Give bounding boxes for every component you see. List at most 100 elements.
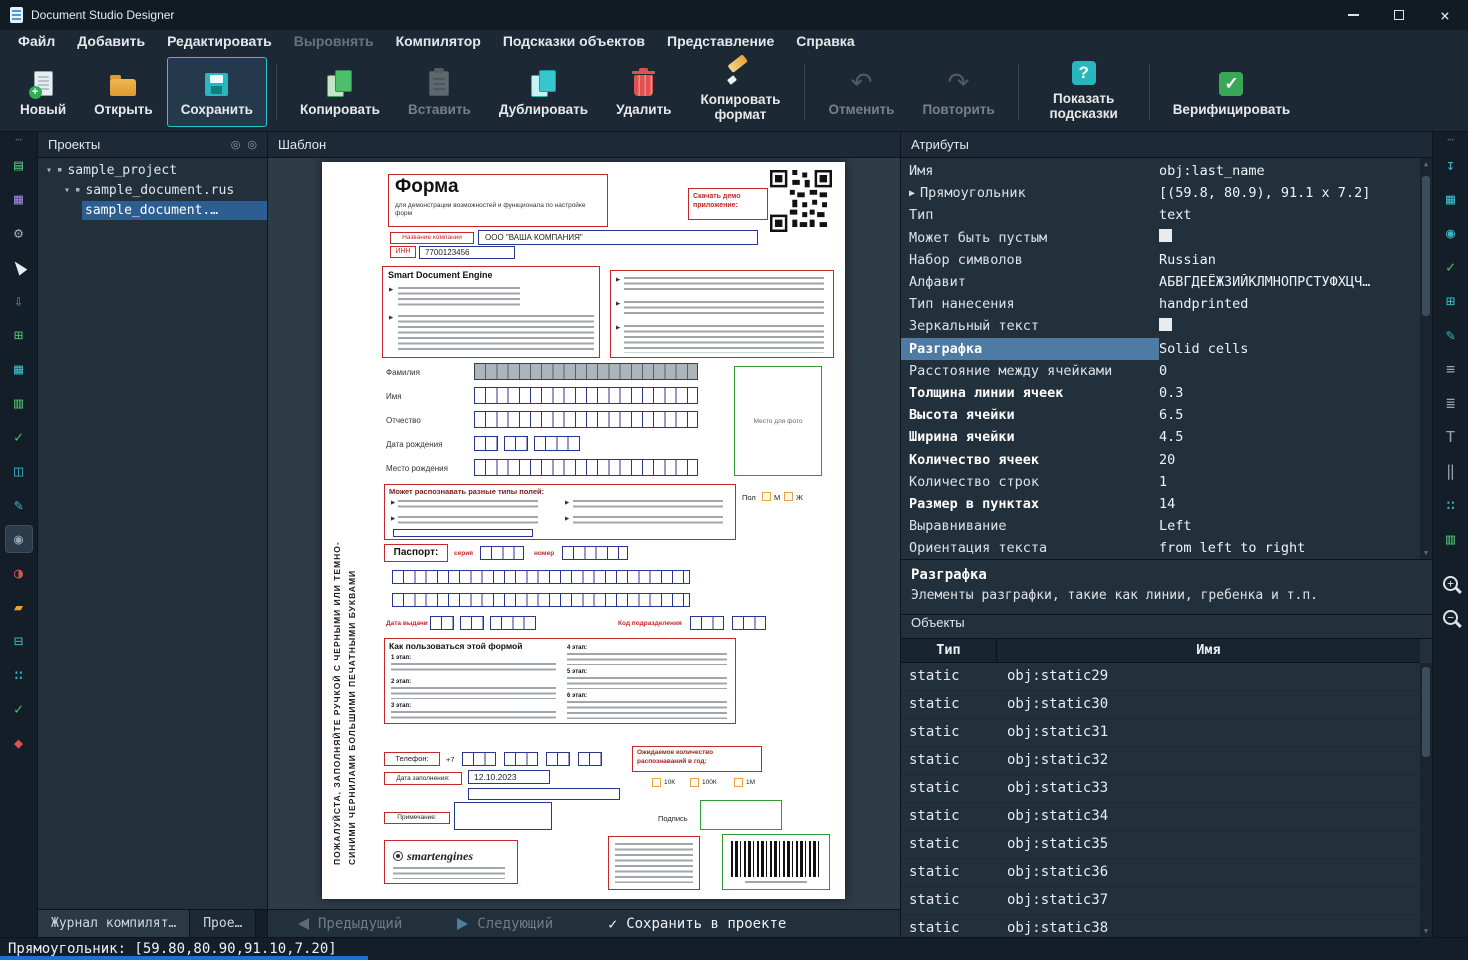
float-panel-icon[interactable]: ◎ [231,138,241,151]
field-patronymic-cells[interactable] [474,411,698,428]
menu-help[interactable]: Справка [786,33,864,49]
birthdate-month-cells[interactable] [504,436,528,451]
table-row[interactable]: staticobj:static38 [901,915,1420,937]
pin-panel-icon[interactable]: ◎ [247,138,257,151]
attribute-row[interactable]: Размер в пунктах 14 [901,493,1418,515]
open-button[interactable]: Открыть [80,57,167,127]
phone-label-box[interactable]: Телефон: [384,752,440,766]
document-preview[interactable]: Форма для демонстрации возможностей и фу… [322,162,845,899]
menu-file[interactable]: Файл [8,33,65,49]
rows-icon[interactable]: ≡ [1438,356,1464,382]
cursor-tool-icon[interactable] [6,254,32,280]
table-row[interactable]: staticobj:static30 [901,691,1420,719]
checkbox[interactable] [1159,318,1172,331]
block-icon[interactable]: ▰ [6,594,32,620]
inn-field[interactable]: 7700123456 [419,246,515,259]
pin-icon[interactable]: ◆ [6,730,32,756]
qr-code[interactable] [770,170,832,232]
text-tool-icon[interactable]: T [1438,424,1464,450]
photo-box[interactable]: Место для фото [734,366,822,476]
attribute-row[interactable]: Зеркальный текст [901,315,1418,337]
table-row[interactable]: staticobj:static35 [901,831,1420,859]
howto-box[interactable]: Как пользоваться этой формой 1 этап: 2 э… [384,638,736,724]
column-header-name[interactable]: Имя [997,639,1420,662]
grid-icon[interactable]: ▦ [6,186,32,212]
passport-label-box[interactable]: Паспорт: [384,544,448,562]
draw-icon[interactable]: ✎ [1438,322,1464,348]
layers-icon[interactable]: ▤ [6,152,32,178]
attribute-row[interactable]: Ориентация текста from left to right [901,537,1418,559]
table-row[interactable]: staticobj:static31 [901,719,1420,747]
attribute-row[interactable]: Ширина ячейки 4.5 [901,426,1418,448]
split-icon[interactable]: ⊞ [1438,288,1464,314]
scroll-down-icon[interactable]: ▼ [1424,925,1428,937]
collapse-icon[interactable]: ▾ [64,185,70,196]
copy-format-button[interactable]: Копировать формат [685,57,795,127]
save-button[interactable]: Сохранить [167,57,267,127]
birthdate-day-cells[interactable] [474,436,498,451]
logo-box[interactable]: smartengines [384,840,518,884]
tab-compiler-log[interactable]: Журнал компилят… [38,910,190,937]
verify-button[interactable]: ✓ Верифицировать [1159,57,1305,127]
engine-info-box[interactable]: Smart Document Engine ▶ ▶ [382,266,600,358]
volume-3-checkbox[interactable] [734,778,743,787]
collapse-icon[interactable]: ▾ [46,165,52,176]
import-icon[interactable]: ⇩ [6,288,32,314]
fill-date-field[interactable]: 12.10.2023 [468,770,550,784]
attribute-row[interactable]: Алфавит АБВГДЕЁЖЗИЙКЛМНОПРСТУФХЦЧ… [901,271,1418,293]
table-row[interactable]: staticobj:static36 [901,859,1420,887]
birthdate-year-cells[interactable] [534,436,580,451]
table-icon[interactable]: ▦ [6,356,32,382]
division-code-cells-2[interactable] [732,616,766,630]
minimize-button[interactable] [1330,0,1376,30]
signature-box[interactable] [700,800,782,830]
document-icon[interactable]: ▥ [6,390,32,416]
field-types-box[interactable]: Может распознавать разные типы полей: ▶ … [384,484,736,540]
issue-day-cells[interactable] [430,616,454,630]
save-in-project-checkbox[interactable]: ✓ Сохранить в проекте [608,915,786,933]
passport-issued-by-cells[interactable] [392,570,690,584]
engine-info-box-2[interactable]: ▶ ▶ ▶ [610,270,834,358]
new-button[interactable]: + Новый [6,57,80,127]
table-row[interactable]: staticobj:static33 [901,775,1420,803]
table-row[interactable]: staticobj:static37 [901,887,1420,915]
issue-year-cells[interactable] [490,616,536,630]
issue-month-cells[interactable] [460,616,484,630]
attribute-row[interactable]: Набор символов Russian [901,249,1418,271]
duplicate-button[interactable]: Дублировать [485,57,602,127]
attribute-row[interactable]: Может быть пустым [901,227,1418,249]
field-birthplace-cells[interactable] [474,459,698,476]
zoom-in-icon[interactable]: + [1438,570,1464,596]
phone-cells-4[interactable] [578,752,602,766]
division-code-cells[interactable] [690,616,724,630]
attribute-row[interactable]: Толщина линии ячеек 0.3 [901,382,1418,404]
verify-tool-icon[interactable]: ✓ [6,696,32,722]
tree-item-document[interactable]: ▾ ▪ sample_document.rus [38,180,267,200]
field-firstname-cells[interactable] [474,387,698,404]
template-canvas[interactable]: Форма для демонстрации возможностей и фу… [268,158,900,909]
passport-issued-by-cells-2[interactable] [392,593,690,607]
note-field[interactable] [454,802,552,830]
next-button[interactable]: Следующий [457,916,553,932]
cells-icon[interactable]: ▦ [1438,186,1464,212]
attribute-row[interactable]: Имя obj:last_name [901,160,1418,182]
attribute-row-selected[interactable]: Разграфка Solid cells [901,338,1418,360]
scrollbar-thumb[interactable] [1422,667,1430,757]
list-icon[interactable]: ≣ [1438,390,1464,416]
selected-field-lastname[interactable] [474,363,698,380]
attribute-row[interactable]: Количество ячеек 20 [901,448,1418,470]
gauge-icon[interactable]: ◑ [6,560,32,586]
barcode-box[interactable] [722,834,830,890]
frame-icon[interactable]: ◫ [6,458,32,484]
tab-projects[interactable]: Прое… [190,910,256,937]
previous-button[interactable]: Предыдущий [298,916,402,932]
menu-object-hints[interactable]: Подсказки объектов [493,33,655,49]
fill-date-extra-field[interactable] [468,788,620,800]
show-hints-button[interactable]: ? Показать подсказки [1028,57,1140,127]
menu-add[interactable]: Добавить [67,33,155,49]
note-label-box[interactable]: Примечание: [384,812,450,824]
gender-m-checkbox[interactable] [762,492,771,501]
record-tool-icon[interactable]: ◉ [6,526,32,552]
objects-scrollbar[interactable]: ▼ [1420,663,1432,937]
attributes-scrollbar[interactable]: ▲ ▼ [1420,158,1432,559]
